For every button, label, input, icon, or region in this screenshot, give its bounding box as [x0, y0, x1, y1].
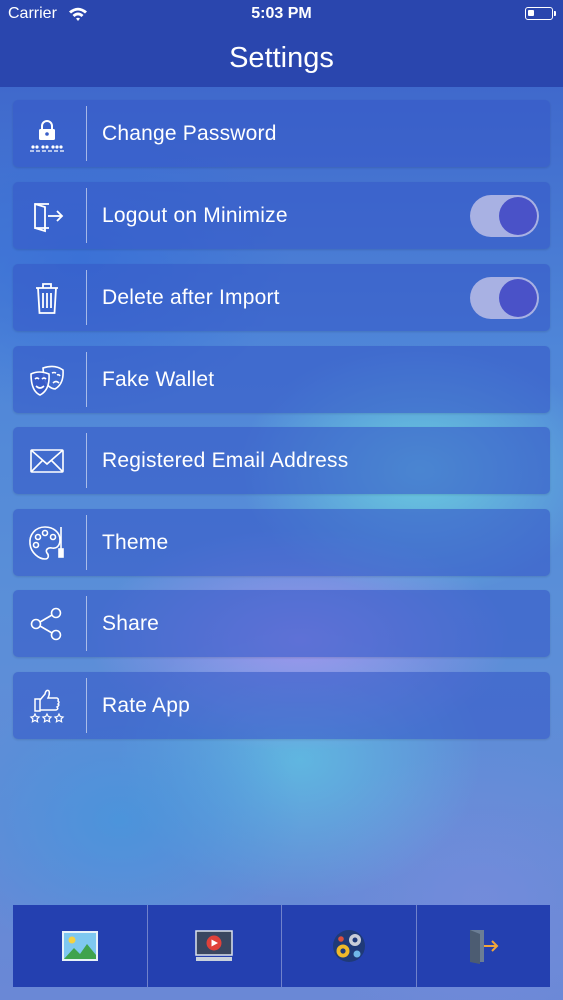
- theater-masks-icon: [27, 360, 67, 400]
- setting-delete-after-import[interactable]: Delete after Import: [13, 264, 550, 331]
- palette-icon: [27, 523, 67, 563]
- setting-registered-email[interactable]: Registered Email Address: [13, 427, 550, 494]
- row-divider: [86, 188, 87, 243]
- setting-label: Delete after Import: [102, 286, 280, 309]
- tab-photos[interactable]: [13, 905, 148, 987]
- envelope-icon: [27, 441, 67, 481]
- exit-door-tab-icon: [470, 930, 499, 964]
- toggle-knob: [499, 279, 537, 317]
- setting-theme[interactable]: Theme: [13, 509, 550, 576]
- setting-label: Fake Wallet: [102, 368, 215, 391]
- page-title: Settings: [229, 42, 334, 74]
- row-divider: [86, 678, 87, 733]
- setting-label: Change Password: [102, 122, 277, 145]
- navigation-bar: Settings: [0, 30, 563, 87]
- tab-exit[interactable]: [417, 905, 551, 987]
- trash-icon: [27, 278, 67, 318]
- setting-label: Rate App: [102, 694, 190, 717]
- tab-settings[interactable]: [282, 905, 417, 987]
- row-divider: [86, 515, 87, 570]
- setting-label: Registered Email Address: [102, 449, 349, 472]
- share-icon: [27, 604, 67, 644]
- setting-label: Theme: [102, 531, 169, 554]
- row-divider: [86, 433, 87, 488]
- bottom-tab-bar: [13, 905, 550, 987]
- thumbs-up-stars-icon: [27, 686, 67, 726]
- logout-door-icon: [27, 196, 67, 236]
- row-divider: [86, 270, 87, 325]
- logout-on-minimize-toggle[interactable]: [470, 195, 539, 237]
- tab-videos[interactable]: [148, 905, 282, 987]
- row-divider: [86, 596, 87, 651]
- videos-tab-icon: [195, 930, 233, 961]
- settings-gears-tab-icon: [332, 930, 365, 962]
- setting-label: Logout on Minimize: [102, 204, 288, 227]
- delete-after-import-toggle[interactable]: [470, 277, 539, 319]
- toggle-knob: [499, 197, 537, 235]
- battery-icon: [525, 7, 556, 20]
- photos-tab-icon: [61, 931, 98, 961]
- setting-logout-on-minimize[interactable]: Logout on Minimize: [13, 182, 550, 249]
- lock-password-icon: [27, 114, 67, 154]
- clock: 5:03 PM: [251, 5, 312, 22]
- setting-change-password[interactable]: Change Password: [13, 100, 550, 167]
- row-divider: [86, 106, 87, 161]
- setting-share[interactable]: Share: [13, 590, 550, 657]
- setting-label: Share: [102, 612, 160, 635]
- setting-fake-wallet[interactable]: Fake Wallet: [13, 346, 550, 413]
- row-divider: [86, 352, 87, 407]
- setting-rate-app[interactable]: Rate App: [13, 672, 550, 739]
- status-bar: Carrier 5:03 PM: [0, 0, 563, 30]
